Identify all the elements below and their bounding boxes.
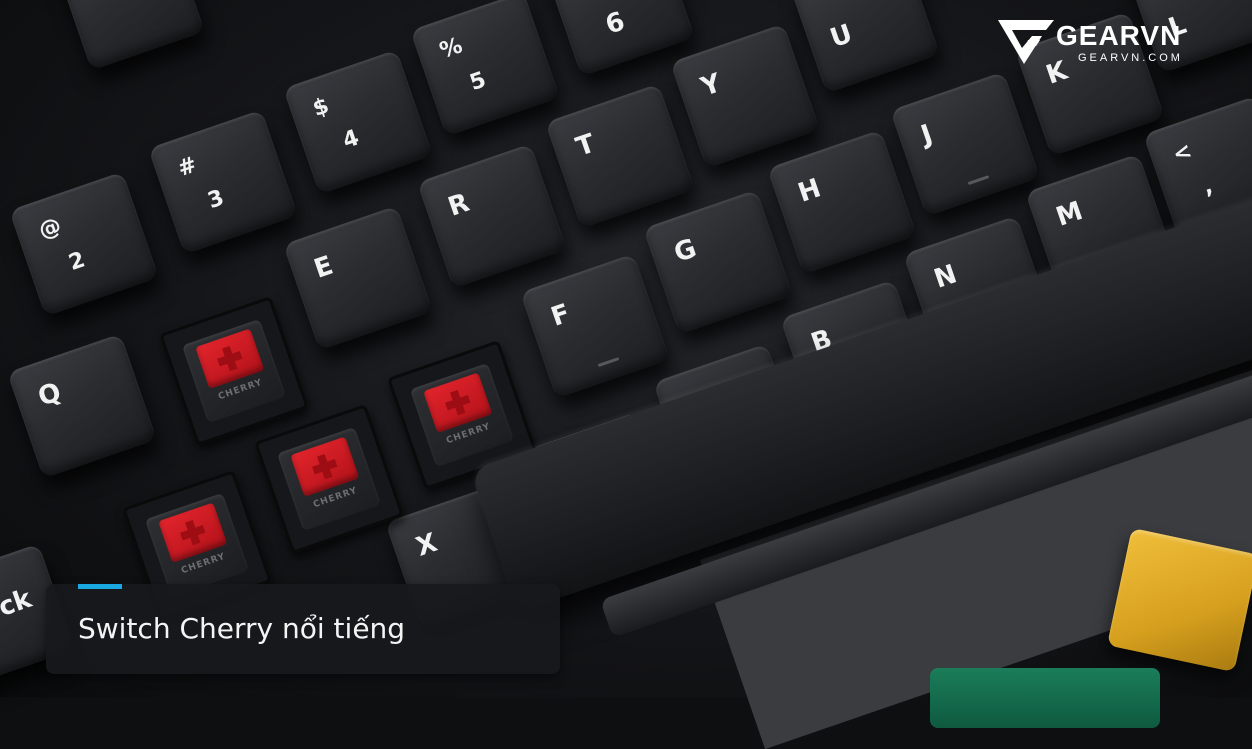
- key-legend: F2: [82, 0, 126, 5]
- key-2: @ 2: [9, 171, 159, 317]
- key-legend: Y: [697, 68, 725, 103]
- key-legend: M: [1052, 195, 1087, 233]
- homing-bump: [967, 175, 990, 186]
- key-legend: ck: [0, 583, 36, 623]
- key-3: # 3: [148, 109, 298, 255]
- key-legend: U: [826, 18, 857, 55]
- key-legend-bottom: 4: [339, 125, 363, 155]
- key-legend: H: [794, 173, 825, 209]
- key-legend-bottom: 3: [204, 185, 228, 215]
- key-u: U: [790, 0, 940, 94]
- key-legend-bottom: 5: [466, 67, 490, 97]
- key-y: Y: [670, 23, 820, 169]
- key-e: E: [283, 205, 433, 351]
- homing-bump: [597, 357, 620, 368]
- green-keycap: [930, 668, 1160, 728]
- key-r: R: [417, 143, 567, 289]
- key-legend: E: [310, 250, 337, 285]
- key-t: T: [545, 83, 695, 229]
- key-legend: F: [547, 298, 574, 333]
- key-legend: J: [917, 119, 937, 151]
- key-f2: F2: [55, 0, 205, 71]
- key-h: H: [767, 129, 917, 275]
- key-j: J: [890, 71, 1040, 217]
- key-legend-top: <: [1169, 138, 1196, 169]
- gearvn-g-logo-icon: [998, 20, 1054, 64]
- key-legend: 6: [601, 6, 629, 41]
- key-legend: T: [572, 128, 599, 163]
- brand-name: GEARVN: [1056, 20, 1182, 51]
- caption-text: Switch Cherry nổi tiếng: [78, 612, 406, 645]
- key-5: % 5: [410, 0, 560, 137]
- key-legend: N: [930, 259, 961, 295]
- key-legend: X: [412, 527, 442, 563]
- key-legend-top: %: [436, 33, 466, 65]
- key-6: 6: [545, 0, 695, 77]
- gearvn-logo: GEARVN GEARVN.COM: [998, 18, 1208, 68]
- key-legend: Q: [34, 377, 66, 413]
- brand-domain: GEARVN.COM: [1078, 52, 1183, 64]
- red-switch: CHERRY: [159, 296, 309, 446]
- key-q: Q: [7, 333, 157, 479]
- key-legend: G: [670, 233, 701, 269]
- key-4: $ 4: [283, 49, 433, 195]
- key-f: F: [520, 253, 670, 399]
- key-legend-bottom: ,: [1199, 173, 1216, 201]
- caption-box: Switch Cherry nổi tiếng: [46, 584, 560, 674]
- key-legend-top: #: [174, 152, 201, 183]
- yellow-keycap: [1106, 527, 1252, 673]
- key-g: G: [643, 189, 793, 335]
- red-switch: CHERRY: [254, 404, 404, 554]
- key-legend-top: $: [309, 93, 333, 123]
- key-legend-bottom: 2: [65, 247, 89, 277]
- key-legend-top: @: [35, 213, 65, 245]
- caption-accent-bar: [78, 584, 122, 589]
- key-legend: R: [444, 187, 474, 223]
